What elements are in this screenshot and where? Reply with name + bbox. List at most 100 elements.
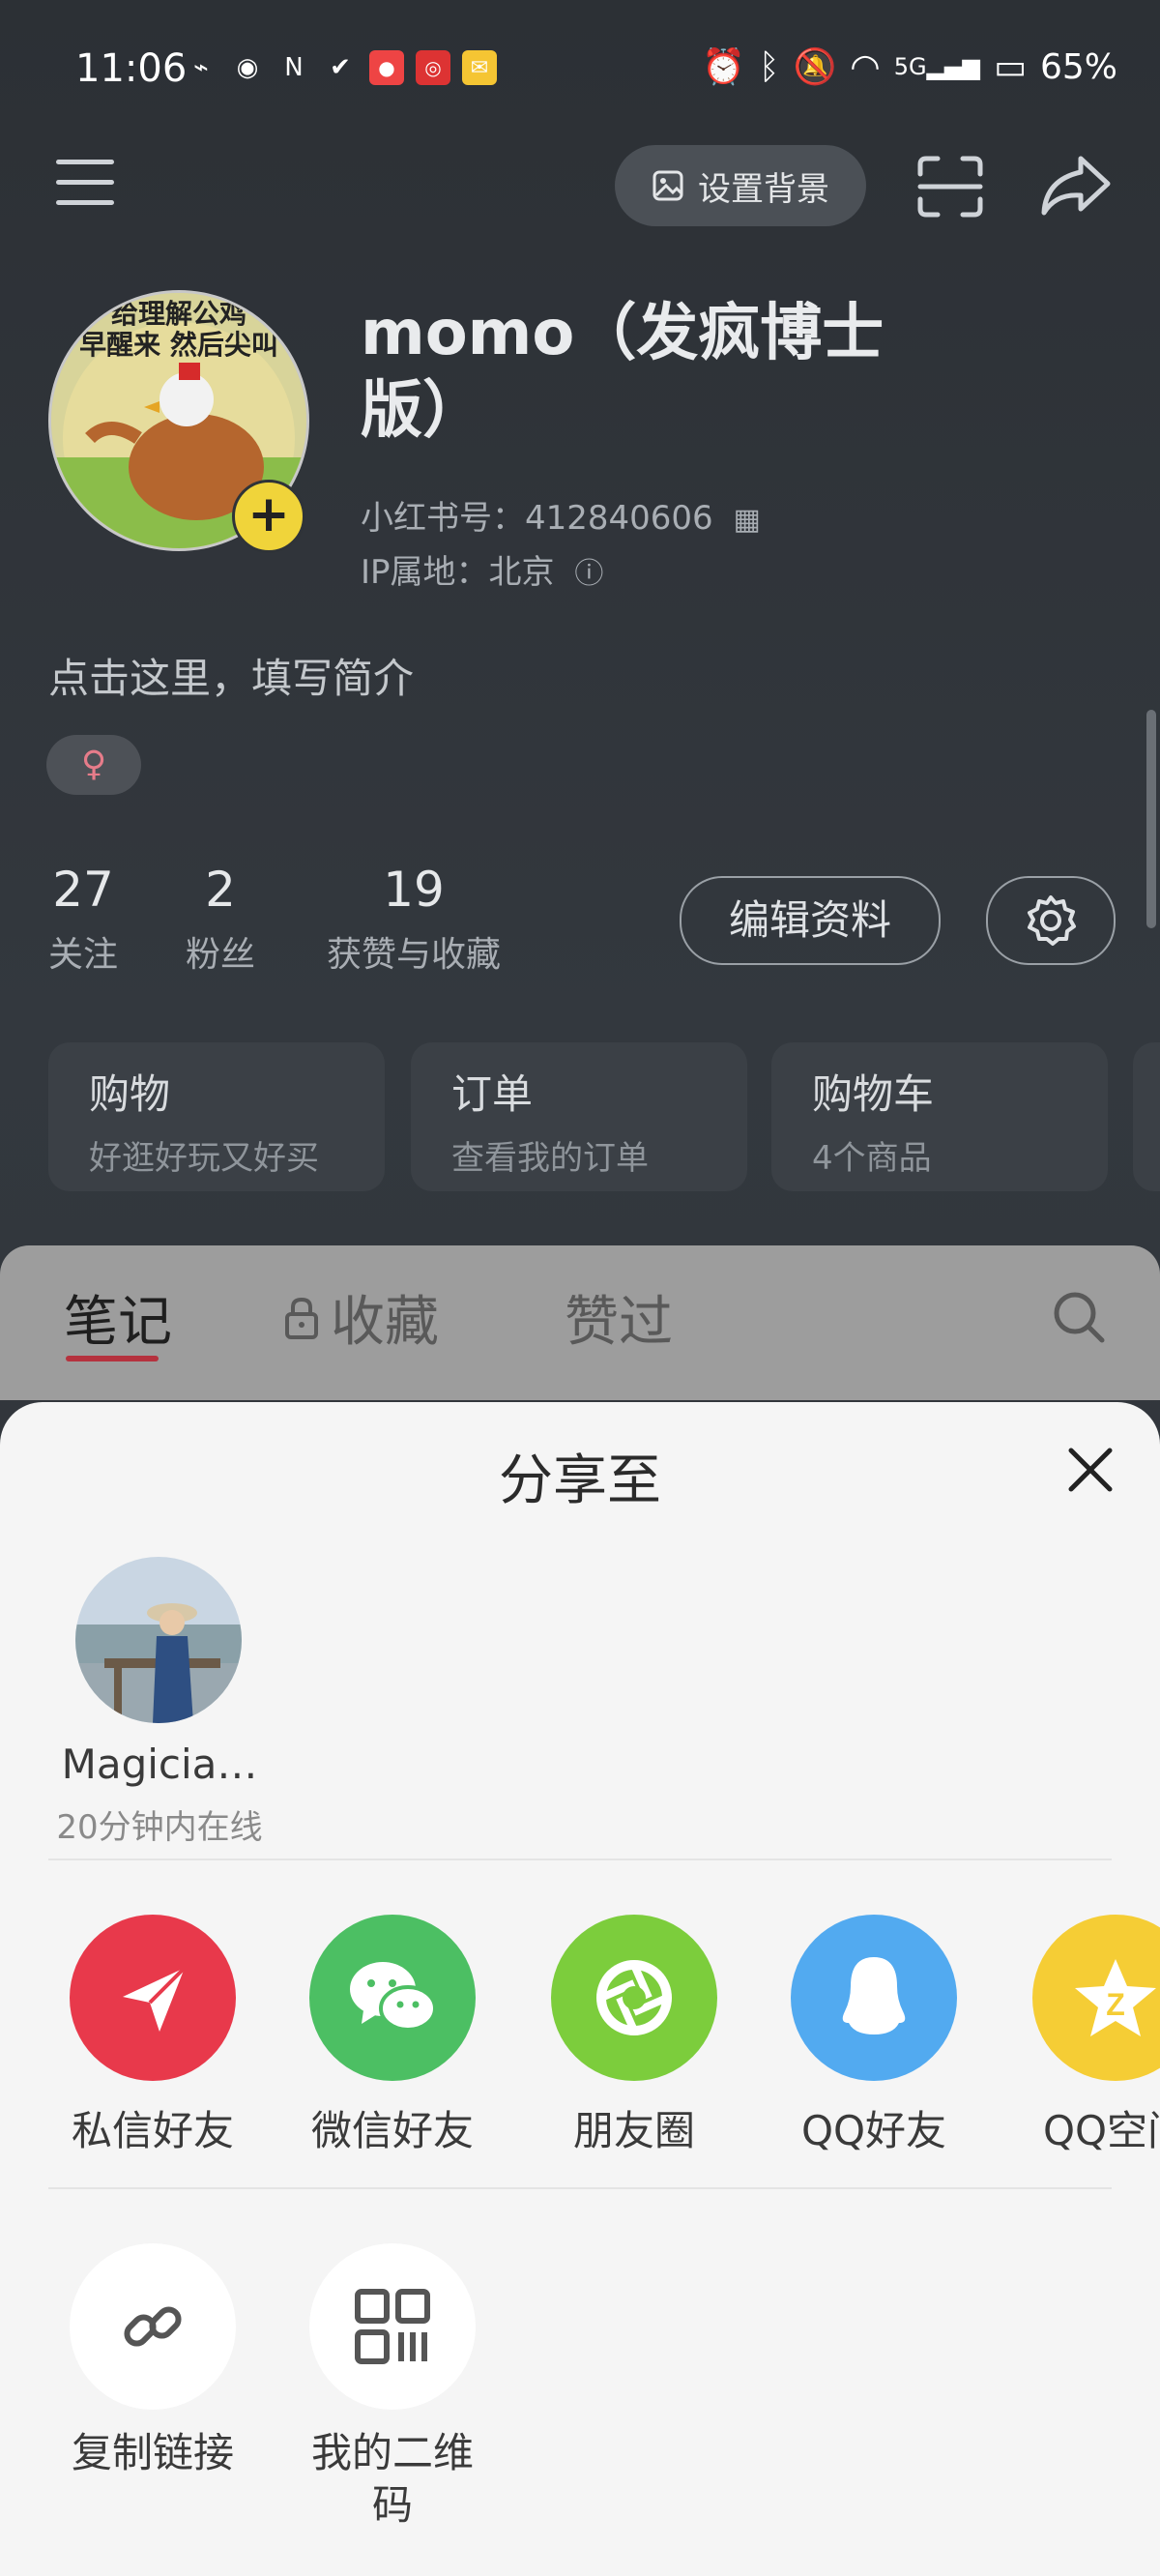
- profile-nickname: momo（发疯博士版）: [361, 298, 884, 447]
- share-wechat-circle: [309, 1915, 476, 2081]
- more-card[interactable]: [1133, 1042, 1160, 1191]
- contact-name: Magicia…: [61, 1741, 258, 1788]
- set-background-button[interactable]: 设置背景: [615, 145, 866, 226]
- card-subtitle: 4个商品: [812, 1139, 932, 1178]
- ip-location: IP属地：北京 ⓘ: [361, 545, 603, 593]
- menu-icon-bar: [56, 160, 114, 164]
- stat-number: 19: [383, 862, 445, 918]
- search-icon[interactable]: [1050, 1288, 1108, 1346]
- my-qr-code-button[interactable]: 我的二维码: [296, 2243, 489, 2532]
- share-qq-circle: [791, 1915, 957, 2081]
- share-label: 微信好友: [310, 2107, 474, 2154]
- link-icon: [124, 2306, 182, 2347]
- share-private-message[interactable]: 私信好友: [56, 1915, 249, 2157]
- stat-followers[interactable]: 2 粉丝: [186, 861, 255, 977]
- tab-notes[interactable]: 笔记: [64, 1278, 172, 1357]
- share-wechat-friend[interactable]: 微信好友: [296, 1915, 489, 2157]
- tab-favorites[interactable]: 收藏: [282, 1278, 439, 1357]
- settings-button[interactable]: [986, 876, 1116, 965]
- alarm-icon: ⏰: [702, 47, 745, 87]
- scrollbar[interactable]: [1146, 710, 1156, 928]
- share-label: 私信好友: [71, 2107, 234, 2154]
- cast-icon: ⌁: [193, 53, 209, 82]
- share-qzone[interactable]: Z QQ空间: [1019, 1915, 1160, 2157]
- stat-label: 关注: [48, 935, 119, 975]
- bank-notify-icon: ◎: [416, 50, 450, 85]
- tab-active-indicator: [66, 1356, 159, 1361]
- tab-liked[interactable]: 赞过: [565, 1278, 673, 1357]
- util-label: 复制链接: [71, 2429, 234, 2476]
- stat-label: 获赞与收藏: [327, 935, 502, 975]
- contact-avatar[interactable]: [75, 1557, 242, 1723]
- wifi-icon: ◠: [850, 46, 881, 87]
- paper-plane-icon: [123, 1966, 187, 2032]
- lock-icon: [285, 1297, 318, 1339]
- app-notify-icon: ●: [369, 50, 404, 85]
- card-title: 购物: [89, 1070, 171, 1118]
- nfc-icon: N: [284, 53, 304, 82]
- stat-label: 粉丝: [186, 935, 256, 975]
- card-subtitle: 查看我的订单: [451, 1139, 649, 1178]
- menu-icon-bar: [56, 200, 114, 205]
- close-icon[interactable]: [1063, 1443, 1117, 1497]
- stat-number: 27: [52, 862, 114, 918]
- shopping-card[interactable]: 购物 好逛好玩又好买: [48, 1042, 385, 1191]
- stat-likes-collections[interactable]: 19 获赞与收藏: [327, 861, 501, 977]
- ip-location-text: IP属地：北京: [361, 553, 555, 592]
- edit-profile-button[interactable]: 编辑资料: [680, 876, 941, 965]
- red-id: 小红书号：412840606 ▦: [361, 491, 761, 539]
- info-icon[interactable]: ⓘ: [574, 557, 603, 591]
- set-background-label: 设置背景: [698, 169, 829, 209]
- qq-penguin-icon: [842, 1957, 906, 2034]
- cart-card[interactable]: 购物车 4个商品: [771, 1042, 1108, 1191]
- share-label: QQ空间: [1042, 2107, 1160, 2154]
- share-private-message-circle: [70, 1915, 236, 2081]
- avatar-caption-line-2: 早醒来 然后尖叫: [79, 329, 278, 361]
- eye-icon: ◉: [236, 53, 259, 82]
- scan-icon[interactable]: [916, 155, 984, 219]
- notification-icons: ⌁ ◉ N ✔ ● ◎ ✉: [184, 50, 497, 85]
- card-title: 订单: [451, 1070, 534, 1118]
- share-sheet: 分享至 Magicia… 20分钟内在线 私信好友 微信好友 朋友圈 QQ好友 …: [0, 1402, 1160, 2576]
- share-moments[interactable]: 朋友圈: [537, 1915, 731, 2157]
- share-label: 朋友圈: [572, 2107, 695, 2154]
- check-icon: ✔: [330, 53, 351, 82]
- stat-number: 2: [205, 862, 236, 918]
- share-moments-circle: [551, 1915, 717, 2081]
- contact-status: 20分钟内在线: [56, 1808, 263, 1847]
- status-time: 11:06: [75, 46, 188, 91]
- gear-icon: [1028, 895, 1076, 946]
- avatar-caption-line-1: 给理解公鸡: [110, 298, 246, 330]
- share-icon[interactable]: [1038, 153, 1112, 217]
- qr-small-icon[interactable]: ▦: [734, 503, 761, 537]
- mail-icon: ✉: [462, 50, 497, 85]
- share-label: QQ好友: [800, 2107, 947, 2154]
- menu-icon-bar: [56, 180, 114, 185]
- divider: [48, 1859, 1112, 1860]
- card-subtitle: 好逛好玩又好买: [89, 1139, 319, 1178]
- image-icon: [652, 170, 683, 201]
- qzone-star-icon: Z: [1075, 1959, 1156, 2036]
- share-sheet-title: 分享至: [499, 1449, 661, 1512]
- battery-icon: ▭: [993, 46, 1027, 87]
- red-id-text: 小红书号：412840606: [361, 499, 713, 538]
- add-avatar-button[interactable]: +: [232, 480, 305, 553]
- stat-following[interactable]: 27 关注: [48, 861, 118, 977]
- orders-card[interactable]: 订单 查看我的订单: [411, 1042, 747, 1191]
- wechat-icon: [350, 1962, 437, 2032]
- app-screen: 11:06 ⌁ ◉ N ✔ ● ◎ ✉ ⏰ ᛒ 🔕 ◠ 5G▂▄▆ ▭ 65%: [0, 0, 1160, 2576]
- system-icons: ⏰ ᛒ 🔕 ◠ 5G▂▄▆ ▭ 65%: [702, 46, 1117, 88]
- share-qzone-circle: Z: [1032, 1915, 1160, 2081]
- aperture-icon: [596, 1960, 672, 2035]
- status-bar: 11:06 ⌁ ◉ N ✔ ● ◎ ✉ ⏰ ᛒ 🔕 ◠ 5G▂▄▆ ▭ 65%: [0, 0, 1160, 145]
- qr-code-circle: [309, 2243, 476, 2410]
- qr-code-icon: [355, 2289, 430, 2364]
- mute-icon: 🔕: [793, 47, 837, 87]
- card-title: 购物车: [812, 1070, 935, 1118]
- bio-placeholder[interactable]: 点击这里，填写简介: [48, 646, 414, 705]
- menu-button[interactable]: [56, 160, 114, 210]
- share-qq-friend[interactable]: QQ好友: [777, 1915, 971, 2157]
- copy-link-button[interactable]: 复制链接: [56, 2243, 249, 2479]
- content-tabs: 笔记 收藏 赞过: [0, 1245, 1160, 1400]
- svg-text:Z: Z: [1106, 1987, 1125, 2022]
